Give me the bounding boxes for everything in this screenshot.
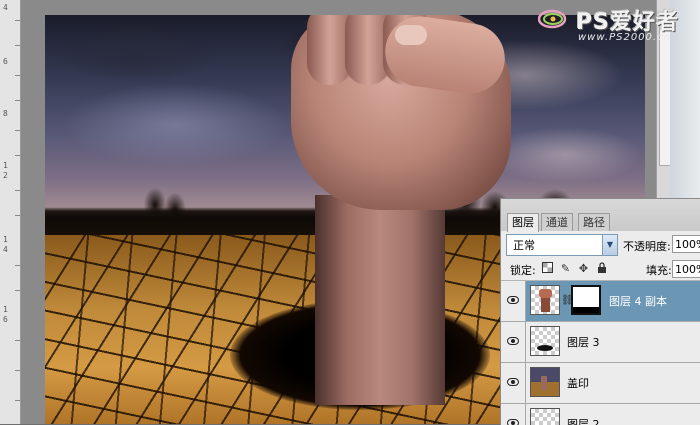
watermark-url: www.PS2000.cn [578,32,671,43]
fill-input[interactable]: 100% [672,260,700,278]
layer-thumbnail [530,408,560,425]
blend-mode-value: 正常 [513,239,535,252]
layer-name: 图层 3 [567,336,600,349]
layer-thumbnail [530,285,560,315]
tab-layers[interactable]: 图层 [507,213,539,232]
watermark: PS爱好者 www.PS2000.cn [536,4,700,48]
ruler-tick: 4 [3,245,8,254]
eye-icon [507,378,519,386]
blend-row: 正常 ▼ 不透明度: 100% [501,232,700,258]
thumbnail-nail [395,25,427,45]
lock-row: 锁定: ✎ ✥ 填充: 100% [501,258,700,281]
ruler-tick: 1 [3,161,8,170]
visibility-toggle[interactable] [501,281,526,321]
layer-thumbnail [530,326,560,356]
panel-tabs: 图层 通道 路径 [501,199,700,232]
ruler-tick: 8 [3,109,8,118]
ruler-tick: 2 [3,171,8,180]
layer-name: 盖印 [567,377,589,390]
blend-mode-select[interactable]: 正常 ▼ [506,234,618,256]
eye-icon [507,419,519,425]
ruler-tick: 4 [3,3,8,12]
layer-name: 图层 4 副本 [609,295,667,308]
lock-brush-icon[interactable]: ✎ [559,262,572,275]
layer-row-layer2[interactable]: 图层 2 [501,404,700,425]
lock-move-icon[interactable]: ✥ [577,262,590,275]
layer-row-stamp[interactable]: 盖印 [501,363,700,404]
lock-all-icon[interactable] [595,262,608,275]
layer-thumbnail [530,367,560,397]
visibility-toggle[interactable] [501,404,526,425]
ruler-tick: 1 [3,305,8,314]
chevron-down-icon[interactable]: ▼ [602,235,617,255]
layers-panel: 图层 通道 路径 正常 ▼ 不透明度: 100% 锁定: ✎ ✥ 填充: 100… [500,198,700,425]
vertical-ruler: 4 6 8 1 2 1 4 1 6 [0,0,21,424]
layer-list: ⛓ 图层 4 副本 图层 3 盖印 图层 2 [501,281,700,425]
tab-channels[interactable]: 通道 [541,213,573,231]
layer-row-fist-copy[interactable]: ⛓ 图层 4 副本 [501,281,700,322]
visibility-toggle[interactable] [501,363,526,403]
fill-label: 填充: [646,264,672,277]
eye-icon [507,296,519,304]
forearm [315,195,445,405]
lock-label: 锁定: [510,264,536,277]
layer-mask-thumbnail[interactable] [571,285,601,315]
logo-swirl-icon [538,9,567,29]
opacity-input[interactable]: 100% [672,235,700,253]
lock-transparent-icon[interactable] [541,262,554,275]
visibility-toggle[interactable] [501,322,526,362]
ruler-tick: 1 [3,235,8,244]
ruler-tick: 6 [3,57,8,66]
ruler-tick: 6 [3,315,8,324]
tab-paths[interactable]: 路径 [578,213,610,231]
opacity-label: 不透明度: [623,240,671,253]
layer-row-layer3[interactable]: 图层 3 [501,322,700,363]
eye-icon [507,337,519,345]
